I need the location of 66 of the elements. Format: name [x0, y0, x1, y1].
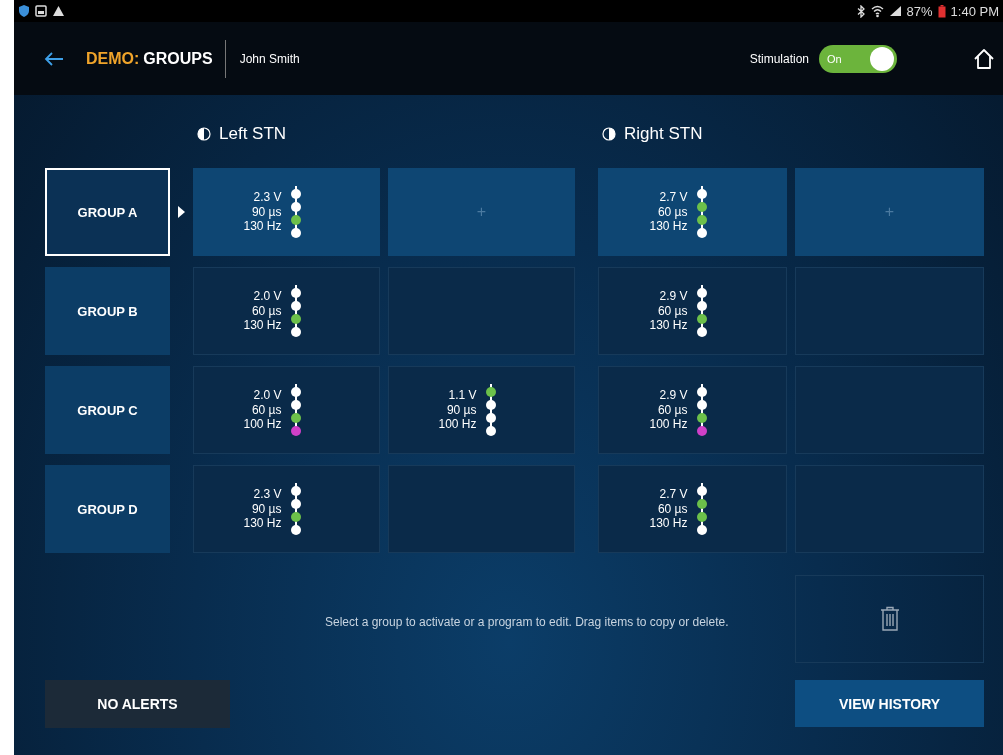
group-button[interactable]: GROUP D: [45, 465, 170, 553]
rate-value: 100 Hz: [649, 417, 688, 432]
rate-value: 130 Hz: [243, 318, 282, 333]
rate-value: 130 Hz: [649, 516, 688, 531]
amplitude-value: 2.3 V: [253, 487, 282, 502]
amplitude-value: 2.7 V: [659, 487, 688, 502]
group-button[interactable]: GROUP C: [45, 366, 170, 454]
pulse-width-value: 60 µs: [251, 402, 282, 418]
rate-value: 100 Hz: [438, 417, 477, 432]
program-tile[interactable]: 2.3 V 90 µs 130 Hz: [193, 168, 380, 256]
program-tile[interactable]: 2.9 V 60 µs 100 Hz: [598, 366, 787, 454]
amplitude-value: 2.0 V: [253, 289, 282, 304]
alerts-button[interactable]: NO ALERTS: [45, 680, 230, 728]
pulse-width-value: 60 µs: [657, 402, 688, 418]
patient-name: John Smith: [239, 51, 300, 66]
program-tile[interactable]: 1.1 V 90 µs 100 Hz: [388, 366, 575, 454]
image-icon: [35, 5, 47, 17]
home-icon[interactable]: [973, 47, 995, 70]
pointer-triangle-icon: [178, 206, 185, 218]
amplitude-value: 1.1 V: [448, 388, 477, 403]
group-button[interactable]: GROUP A: [45, 168, 170, 256]
amplitude-value: 2.9 V: [659, 388, 688, 403]
hemisphere-label: Right STN: [624, 124, 703, 144]
plus-sign: +: [884, 203, 895, 221]
instruction-text: Select a group to activate or a program to edit. Drag items to copy or delete.: [325, 614, 730, 630]
bluetooth-icon: [856, 4, 866, 18]
battery-icon: [937, 4, 946, 18]
stimulation-label: Stimulation: [749, 51, 809, 66]
trash-icon: [879, 606, 900, 632]
program-tile[interactable]: 2.0 V 60 µs 100 Hz: [193, 366, 380, 454]
program-tile[interactable]: 2.7 V 60 µs 130 Hz: [598, 168, 787, 256]
rate-value: 130 Hz: [649, 219, 688, 234]
program-tile[interactable]: 2.0 V 60 µs 130 Hz: [193, 267, 380, 355]
half-circle-icon: [602, 127, 616, 141]
view-history-button[interactable]: VIEW HISTORY: [795, 680, 984, 727]
rate-value: 100 Hz: [243, 417, 282, 432]
plus-sign: +: [476, 203, 487, 221]
title-prefix: DEMO:: [86, 49, 140, 68]
pulse-width-value: 60 µs: [251, 303, 282, 319]
rate-value: 130 Hz: [649, 318, 688, 333]
warning-icon: [52, 5, 65, 17]
pulse-width-value: 60 µs: [657, 501, 688, 517]
battery-percent: 87%: [906, 3, 933, 19]
signal-icon: [888, 5, 902, 17]
amplitude-value: 2.9 V: [659, 289, 688, 304]
pulse-width-value: 90 µs: [251, 501, 282, 517]
program-tile[interactable]: 2.3 V 90 µs 130 Hz: [193, 465, 380, 553]
screen-title: GROUPS: [143, 49, 213, 68]
program-tile[interactable]: 2.9 V 60 µs 130 Hz: [598, 267, 787, 355]
hemisphere-label: Left STN: [219, 124, 287, 144]
wifi-icon: [870, 4, 884, 18]
pulse-width-value: 60 µs: [657, 303, 688, 319]
pulse-width-value: 90 µs: [446, 402, 477, 418]
half-circle-icon: [197, 127, 211, 141]
amplitude-value: 2.0 V: [253, 388, 282, 403]
rate-value: 130 Hz: [243, 516, 282, 531]
pulse-width-value: 60 µs: [657, 204, 688, 220]
amplitude-value: 2.3 V: [253, 190, 282, 205]
group-button[interactable]: GROUP B: [45, 267, 170, 355]
back-arrow-icon[interactable]: [44, 50, 64, 67]
pulse-width-value: 90 µs: [251, 204, 282, 220]
rate-value: 130 Hz: [243, 219, 282, 234]
amplitude-value: 2.7 V: [659, 190, 688, 205]
program-tile[interactable]: 2.7 V 60 µs 130 Hz: [598, 465, 787, 553]
clock: 1:40 PM: [950, 3, 999, 19]
shield-icon: [18, 4, 30, 18]
